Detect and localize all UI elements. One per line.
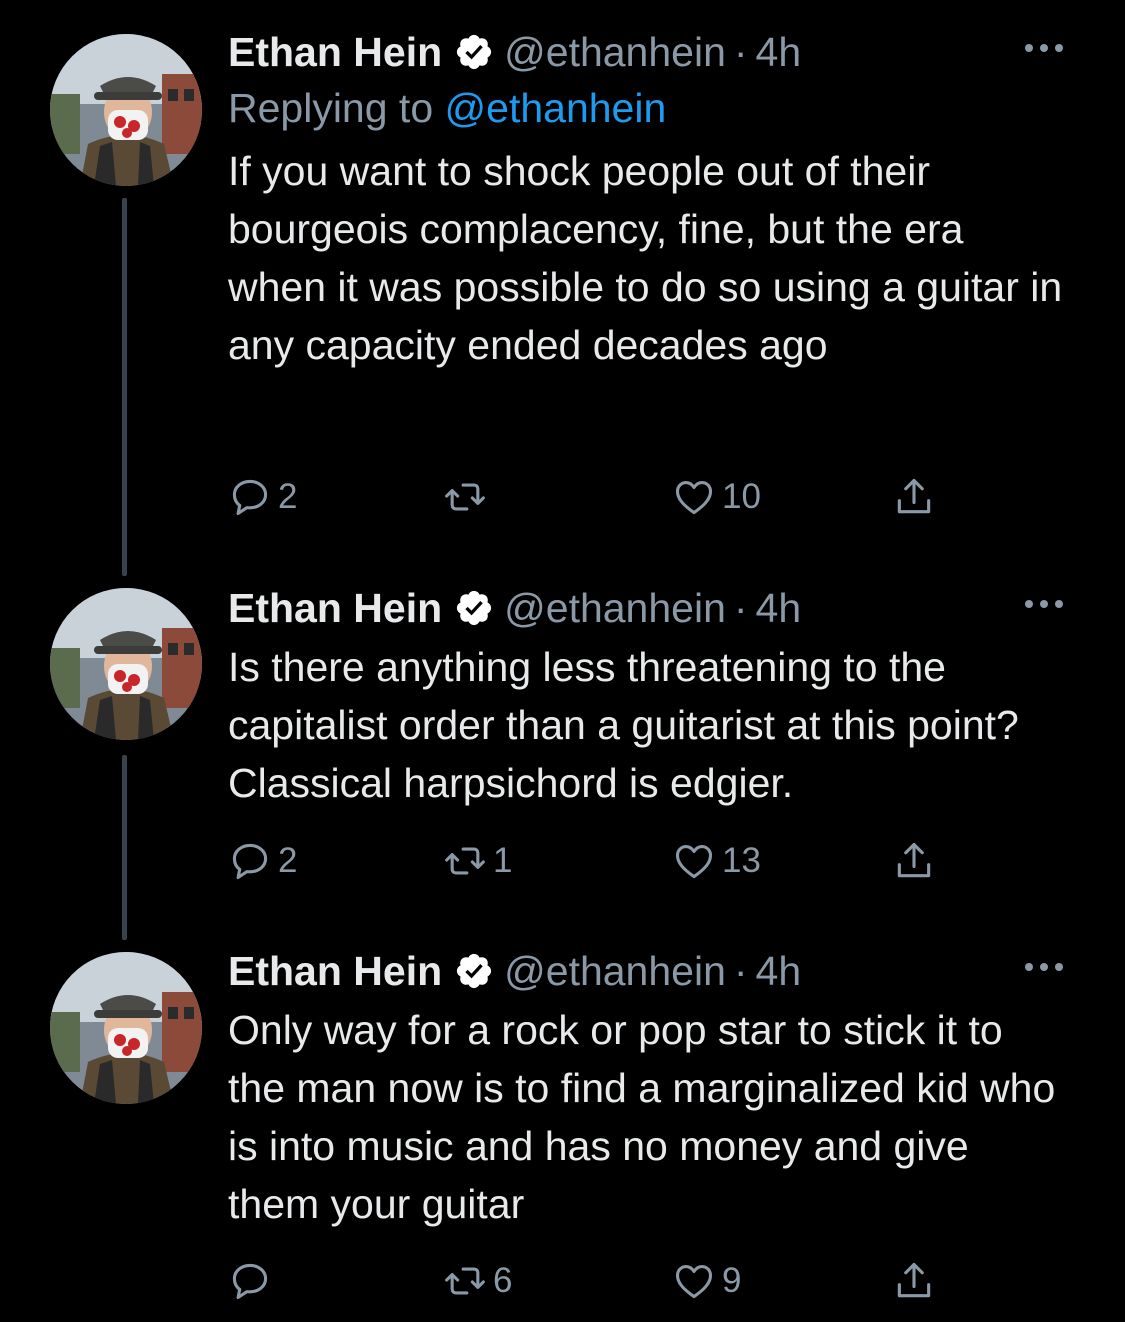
reply-count: 2	[278, 477, 298, 516]
more-icon[interactable]	[1023, 594, 1065, 614]
verified-badge-icon	[454, 32, 494, 72]
share-button[interactable]	[892, 472, 936, 522]
more-icon[interactable]	[1023, 38, 1065, 58]
share-icon	[892, 839, 936, 883]
like-count: 10	[722, 477, 761, 516]
like-count: 13	[722, 841, 761, 880]
display-name[interactable]: Ethan Hein	[228, 943, 442, 999]
avatar-image	[50, 34, 202, 186]
user-handle[interactable]: @ethanhein	[504, 24, 726, 80]
display-name[interactable]: Ethan Hein	[228, 24, 442, 80]
user-handle[interactable]: @ethanhein	[504, 943, 726, 999]
tweet-text: Only way for a rock or pop star to stick…	[228, 1007, 1056, 1227]
tweet-text: If you want to shock people out of their…	[228, 148, 1063, 368]
tweet[interactable]: Ethan Hein @ethanhein · 4h Only way for …	[0, 930, 1125, 1322]
reply-button[interactable]: 2	[228, 472, 297, 522]
timestamp[interactable]: 4h	[756, 24, 802, 80]
like-button[interactable]: 10	[672, 472, 761, 522]
avatar[interactable]	[50, 34, 202, 186]
verified-badge-icon	[454, 588, 494, 628]
share-button[interactable]	[892, 1256, 936, 1306]
avatar-image	[50, 952, 202, 1104]
like-icon	[672, 839, 716, 883]
tweet-header: Ethan Hein @ethanhein · 4h	[228, 943, 1065, 999]
reply-button[interactable]	[228, 1256, 278, 1306]
timestamp[interactable]: 4h	[756, 943, 802, 999]
action-bar: 2 10	[228, 472, 948, 522]
share-icon	[892, 475, 936, 519]
retweet-count: 6	[493, 1261, 513, 1300]
like-icon	[672, 475, 716, 519]
timestamp[interactable]: 4h	[756, 580, 802, 636]
avatar-image	[50, 588, 202, 740]
tweet[interactable]: Ethan Hein @ethanhein · 4h Replying to @…	[0, 0, 1125, 560]
action-bar: 2 1 13	[228, 836, 948, 886]
user-handle[interactable]: @ethanhein	[504, 580, 726, 636]
like-count: 9	[722, 1261, 742, 1300]
tweet[interactable]: Ethan Hein @ethanhein · 4h Is there anyt…	[0, 560, 1125, 930]
avatar[interactable]	[50, 952, 202, 1104]
retweet-button[interactable]: 6	[443, 1256, 512, 1306]
more-icon[interactable]	[1023, 957, 1065, 977]
separator: ·	[733, 29, 748, 75]
display-name[interactable]: Ethan Hein	[228, 580, 442, 636]
reply-button[interactable]: 2	[228, 836, 297, 886]
like-icon	[672, 1259, 716, 1303]
avatar[interactable]	[50, 588, 202, 740]
separator: ·	[733, 948, 748, 994]
reply-icon	[228, 1259, 272, 1303]
tweet-text: Is there anything less threatening to th…	[228, 644, 1019, 806]
action-bar: 6 9	[228, 1256, 948, 1306]
retweet-button[interactable]: 1	[443, 836, 512, 886]
retweet-icon	[443, 1259, 487, 1303]
reply-count: 2	[278, 841, 298, 880]
tweet-header: Ethan Hein @ethanhein · 4h	[228, 580, 1065, 636]
share-icon	[892, 1259, 936, 1303]
replying-to-label: Replying to	[228, 85, 434, 131]
like-button[interactable]: 13	[672, 836, 761, 886]
retweet-icon	[443, 475, 487, 519]
replying-to-handle[interactable]: @ethanhein	[445, 85, 667, 131]
reply-icon	[228, 839, 272, 883]
retweet-count: 1	[493, 841, 513, 880]
replying-to: Replying to @ethanhein	[228, 80, 1065, 136]
separator: ·	[733, 585, 748, 631]
verified-badge-icon	[454, 951, 494, 991]
retweet-icon	[443, 839, 487, 883]
share-button[interactable]	[892, 836, 936, 886]
retweet-button[interactable]	[443, 472, 493, 522]
reply-icon	[228, 475, 272, 519]
like-button[interactable]: 9	[672, 1256, 741, 1306]
tweet-header: Ethan Hein @ethanhein · 4h	[228, 24, 1065, 80]
